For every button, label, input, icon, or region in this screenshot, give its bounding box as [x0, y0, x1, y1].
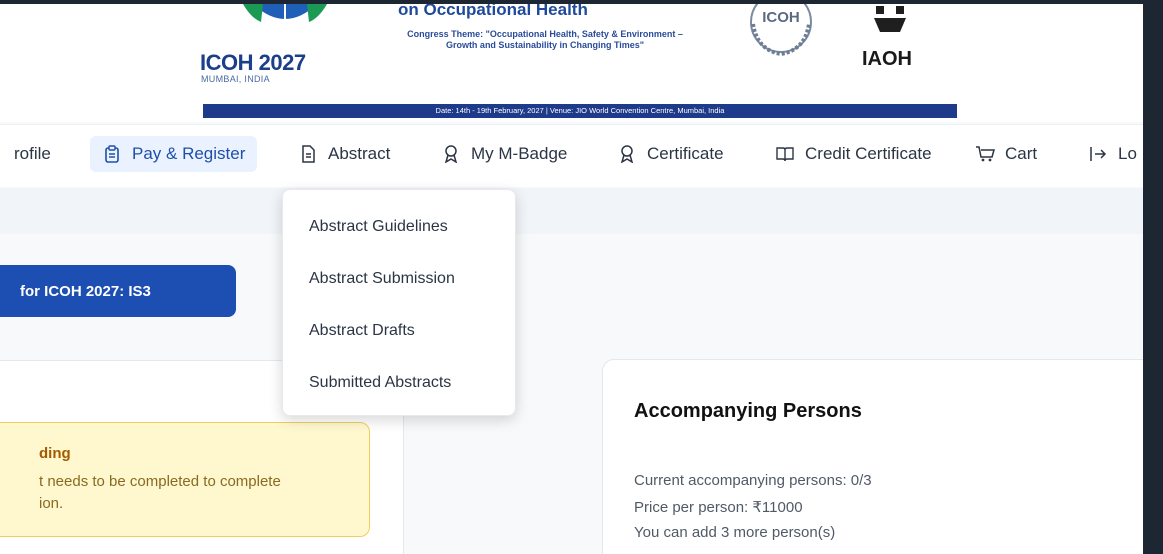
nav-item-logout[interactable]: Lo — [1088, 136, 1137, 172]
sub-header-bar — [0, 188, 1143, 234]
nav-label-abstract: Abstract — [328, 144, 391, 163]
document-icon — [298, 144, 318, 164]
accompanying-current: Current accompanying persons: 0/3 — [634, 472, 872, 489]
nav-item-profile[interactable]: rofile — [14, 136, 51, 172]
badge-icon — [441, 144, 461, 164]
nav-label-profile: rofile — [14, 144, 51, 163]
alert-line-1: t needs to be completed to complete — [39, 473, 281, 490]
icoh-seal-logo: ICOH — [750, 4, 812, 56]
icoh-logo-subtitle: MUMBAI, INDIA — [201, 74, 270, 84]
clipboard-icon — [102, 144, 122, 164]
book-icon — [775, 144, 795, 164]
seal-text: ICOH — [762, 9, 800, 26]
menu-item-abstract-drafts[interactable]: Abstract Drafts — [309, 322, 415, 340]
nav-item-certificate[interactable]: Certificate — [617, 136, 724, 172]
congress-title: on Occupational Health — [398, 4, 588, 19]
menu-item-abstract-submission[interactable]: Abstract Submission — [309, 270, 455, 288]
award-icon — [617, 144, 637, 164]
accompanying-title: Accompanying Persons — [634, 400, 862, 422]
iaoh-logo-text: IAOH — [862, 48, 912, 70]
main-nav: rofile Pay & Register Abstract My M-Badg… — [0, 124, 1143, 187]
pending-alert: ding t needs to be completed to complete… — [0, 422, 370, 537]
abstract-dropdown-menu: Abstract Guidelines Abstract Submission … — [282, 189, 516, 416]
nav-item-abstract[interactable]: Abstract — [298, 136, 390, 172]
congress-theme: Congress Theme: "Occupational Health, Sa… — [355, 29, 735, 51]
nav-label-cart: Cart — [1005, 144, 1038, 163]
accompanying-remaining: You can add 3 more person(s) — [634, 524, 836, 541]
theme-line-1: Congress Theme: "Occupational Health, Sa… — [407, 29, 683, 39]
page: ICOH 2027 MUMBAI, INDIA on Occupational … — [0, 4, 1143, 554]
nav-item-my-m-badge[interactable]: My M-Badge — [441, 136, 567, 172]
logout-icon — [1088, 144, 1108, 164]
iaoh-emblem-icon — [874, 6, 906, 32]
globe-logo-icon — [243, 4, 327, 24]
window-edge — [1143, 4, 1163, 554]
alert-title: ding — [39, 445, 71, 462]
accompanying-price: Price per person: ₹11000 — [634, 499, 803, 516]
date-venue-bar: Date: 14th - 19th February, 2027 | Venue… — [203, 104, 957, 118]
cart-icon — [975, 144, 995, 164]
nav-label-credit-certificate: Credit Certificate — [805, 144, 932, 163]
alert-line-2: ion. — [39, 495, 64, 512]
menu-item-submitted-abstracts[interactable]: Submitted Abstracts — [309, 374, 451, 392]
nav-label-logout: Lo — [1118, 144, 1137, 163]
menu-item-abstract-guidelines[interactable]: Abstract Guidelines — [309, 218, 448, 236]
nav-item-credit-certificate[interactable]: Credit Certificate — [775, 136, 932, 172]
conference-banner: ICOH 2027 MUMBAI, INDIA on Occupational … — [0, 4, 1143, 122]
nav-item-cart[interactable]: Cart — [975, 136, 1037, 172]
nav-item-pay-register[interactable]: Pay & Register — [90, 136, 258, 172]
nav-label-certificate: Certificate — [647, 144, 724, 163]
nav-label-my-m-badge: My M-Badge — [471, 144, 568, 163]
theme-line-2: Growth and Sustainability in Changing Ti… — [445, 40, 645, 50]
alert-message: t needs to be completed to complete ion. — [39, 471, 359, 515]
icoh-logo-text: ICOH 2027 — [200, 50, 306, 75]
nav-label-pay-register: Pay & Register — [132, 144, 246, 163]
registration-status-button[interactable]: for ICOH 2027: IS3 — [0, 265, 236, 317]
